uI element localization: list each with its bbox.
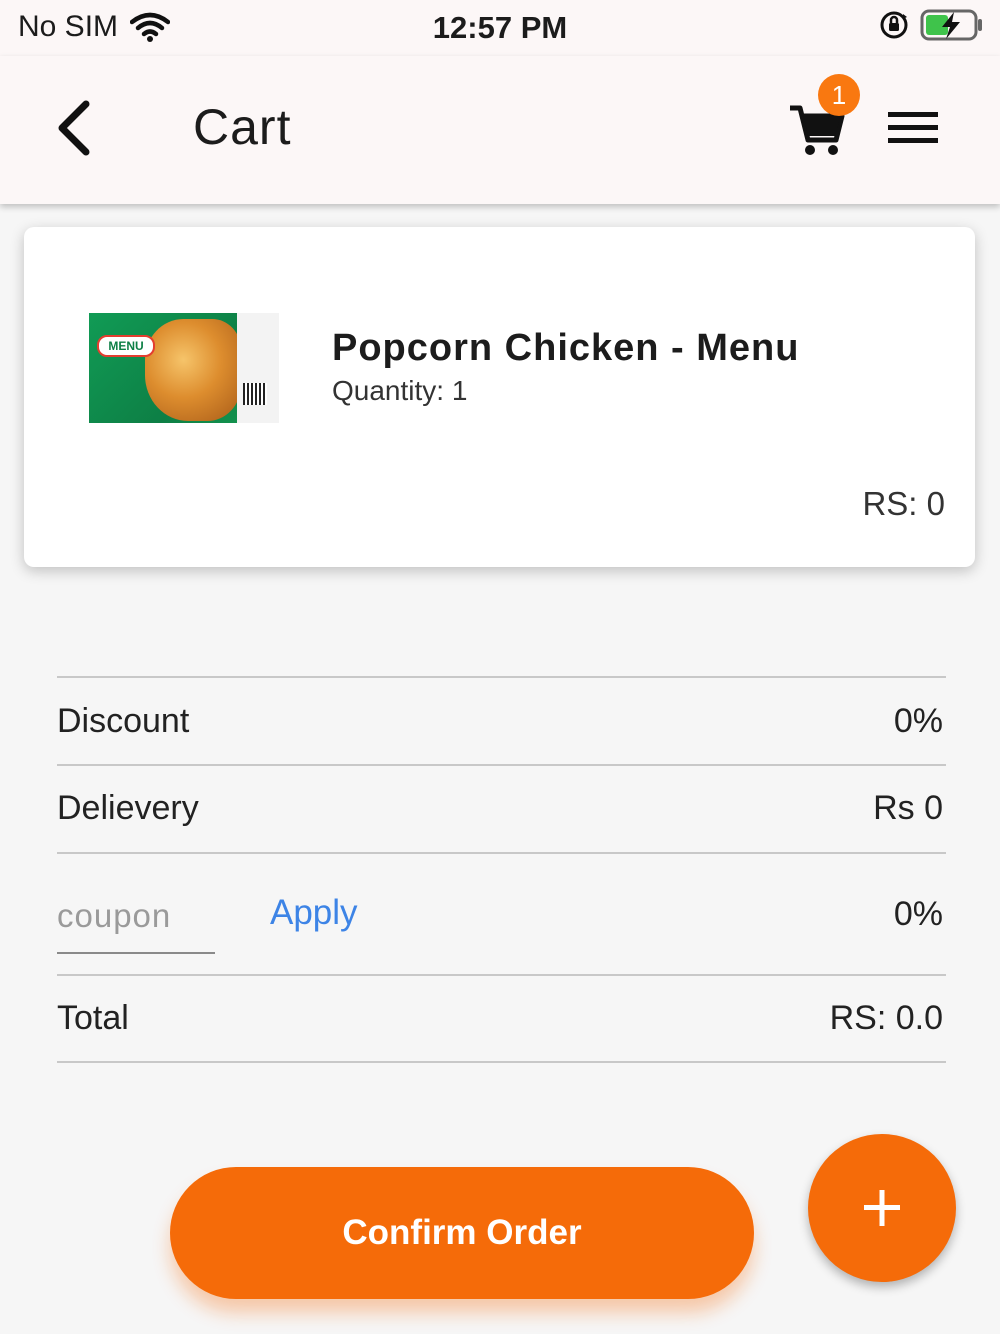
delivery-value: Rs 0 bbox=[873, 789, 943, 827]
discount-value: 0% bbox=[893, 702, 943, 740]
divider bbox=[57, 852, 946, 854]
status-bar: No SIM 12:57 PM bbox=[0, 0, 1000, 56]
back-arrow-icon bbox=[58, 100, 90, 156]
product-image: MENU bbox=[89, 313, 279, 423]
divider bbox=[57, 764, 946, 766]
coupon-input[interactable] bbox=[57, 880, 215, 954]
product-price: RS: 0 bbox=[862, 485, 945, 522]
total-value: RS: 0.0 bbox=[829, 999, 943, 1037]
product-brand-logo: MENU bbox=[97, 335, 155, 357]
product-name: Popcorn Chicken - Menu bbox=[332, 327, 800, 369]
divider bbox=[57, 1061, 946, 1063]
cart-item-card[interactable]: MENU Popcorn Chicken - Menu Quantity: 1 … bbox=[24, 227, 975, 567]
total-label: Total bbox=[57, 999, 129, 1037]
cart-count-badge: 1 bbox=[818, 74, 860, 116]
orientation-lock-icon bbox=[880, 11, 908, 39]
product-image-side-panel bbox=[237, 313, 279, 423]
back-button[interactable] bbox=[50, 96, 102, 160]
battery-charging-icon bbox=[920, 9, 982, 41]
status-right bbox=[878, 8, 984, 42]
divider bbox=[57, 974, 946, 976]
status-time: 12:57 PM bbox=[432, 10, 568, 45]
divider bbox=[57, 676, 946, 678]
product-image-food bbox=[145, 319, 241, 421]
confirm-order-button[interactable]: Confirm Order bbox=[170, 1167, 754, 1299]
app-bar: Cart 1 bbox=[0, 56, 1000, 204]
product-quantity: Quantity: 1 bbox=[332, 375, 468, 406]
page-title: Cart bbox=[193, 99, 292, 155]
discount-label: Discount bbox=[57, 702, 190, 740]
plus-icon bbox=[864, 1190, 900, 1226]
barcode-icon bbox=[243, 383, 267, 405]
hamburger-menu-icon bbox=[888, 112, 938, 143]
apply-coupon-button[interactable]: Apply bbox=[270, 893, 358, 933]
menu-button[interactable] bbox=[888, 108, 938, 148]
add-fab-button[interactable] bbox=[808, 1134, 956, 1282]
coupon-discount-value: 0% bbox=[893, 895, 943, 933]
delivery-label: Delievery bbox=[57, 789, 199, 827]
